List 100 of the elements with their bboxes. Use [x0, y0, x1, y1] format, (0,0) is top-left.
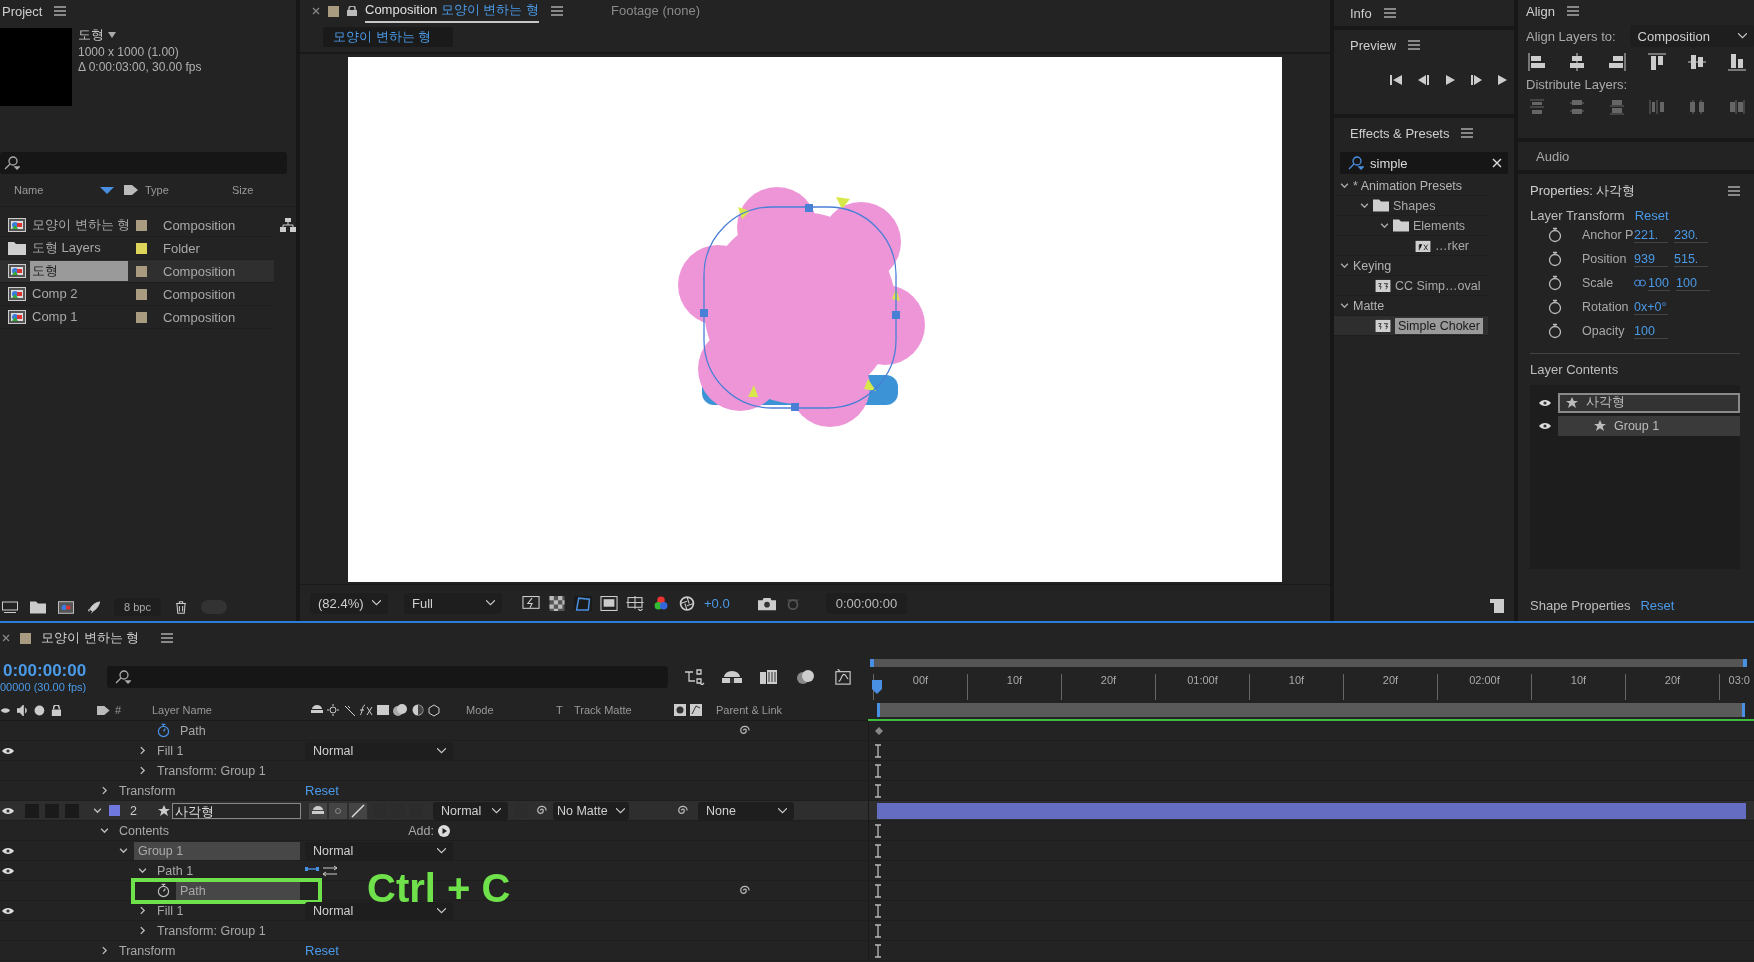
- time-ruler[interactable]: 00f 10f 20f 01:00f 10f 20f 02:00f 10f 20f 03:0: [868, 672, 1754, 700]
- label-swatch[interactable]: [109, 805, 120, 816]
- search-field[interactable]: simple: [1340, 152, 1508, 174]
- property-name[interactable]: Transform: [115, 941, 300, 960]
- play-icon[interactable]: [1444, 74, 1456, 86]
- align-target-dropdown[interactable]: Composition: [1629, 25, 1754, 47]
- pick-whip-icon[interactable]: [737, 884, 750, 897]
- property-name[interactable]: Transform: [115, 781, 300, 800]
- align-top-icon[interactable]: [1648, 53, 1666, 71]
- distribute-bottom-icon[interactable]: [1608, 98, 1626, 116]
- panel-tab[interactable]: Footage (none): [611, 0, 700, 22]
- eye-icon[interactable]: [1538, 398, 1552, 407]
- label-swatch[interactable]: [136, 219, 147, 231]
- interpret-footage-icon[interactable]: [2, 600, 18, 614]
- column-header[interactable]: Mode: [466, 704, 556, 717]
- stopwatch-icon[interactable]: [1548, 299, 1562, 315]
- column-header[interactable]: Size: [232, 184, 254, 196]
- column-header[interactable]: Type: [145, 184, 230, 196]
- distribute-right-icon[interactable]: [1728, 98, 1746, 116]
- property-value[interactable]: 230.: [1674, 227, 1708, 243]
- label-swatch[interactable]: [136, 311, 147, 323]
- mask-visibility-icon[interactable]: [574, 595, 592, 611]
- property-value[interactable]: 515.: [1674, 251, 1708, 267]
- exposure-icon[interactable]: [678, 595, 696, 611]
- menu-icon[interactable]: [551, 6, 564, 16]
- speaker-icon[interactable]: [16, 704, 28, 716]
- color-channels-icon[interactable]: [652, 595, 670, 611]
- first-frame-icon[interactable]: [1390, 74, 1402, 86]
- composition-flowchart-icon[interactable]: [685, 668, 705, 685]
- layer-switches-icon[interactable]: [310, 703, 440, 718]
- link-icon[interactable]: [1634, 279, 1646, 287]
- tree-item[interactable]: Keying: [1334, 256, 1488, 276]
- track-matte-dropdown[interactable]: No Matte: [553, 801, 629, 820]
- project-item[interactable]: Comp 1 Composition: [0, 306, 274, 329]
- blend-mode-dropdown[interactable]: Normal: [305, 741, 453, 760]
- reset-link[interactable]: Reset: [305, 783, 339, 798]
- timecode-field[interactable]: 0:00:00:00: [825, 592, 908, 614]
- stopwatch-icon[interactable]: [1548, 227, 1562, 243]
- transparency-grid-icon[interactable]: [548, 595, 566, 611]
- eye-icon[interactable]: [1, 746, 15, 755]
- eye-icon[interactable]: [1, 866, 15, 875]
- search-field[interactable]: [0, 152, 287, 174]
- column-header[interactable]: Layer Name: [152, 704, 305, 717]
- menu-icon[interactable]: [1566, 6, 1579, 16]
- menu-icon[interactable]: [1728, 186, 1740, 196]
- property-name[interactable]: Group 1: [134, 841, 300, 860]
- label-icon[interactable]: [97, 704, 110, 716]
- next-frame-icon[interactable]: [1471, 74, 1483, 86]
- eye-icon[interactable]: [1538, 421, 1552, 430]
- property-name[interactable]: Path: [176, 721, 300, 740]
- flowchart-icon[interactable]: [280, 218, 296, 232]
- label-swatch[interactable]: [136, 265, 147, 277]
- eye-icon[interactable]: [1, 906, 15, 915]
- resolution-dropdown[interactable]: Full: [404, 592, 502, 614]
- property-name[interactable]: Transform: Group 1: [153, 761, 300, 780]
- keyframe-icon[interactable]: [875, 726, 883, 735]
- project-item[interactable]: Comp 2 Composition: [0, 283, 274, 306]
- label-swatch[interactable]: [136, 288, 147, 300]
- menu-icon[interactable]: [161, 633, 174, 643]
- property-value[interactable]: 939: [1634, 251, 1668, 267]
- property-name[interactable]: Fill 1: [153, 901, 300, 920]
- stopwatch-icon[interactable]: [1548, 323, 1562, 339]
- previous-frame-icon[interactable]: [1417, 74, 1429, 86]
- distribute-center-icon[interactable]: [1568, 98, 1586, 116]
- folder-icon[interactable]: [30, 600, 46, 614]
- frame-blending-icon[interactable]: [759, 668, 779, 685]
- stopwatch-icon[interactable]: [157, 723, 170, 738]
- eye-icon[interactable]: [1, 806, 15, 815]
- distribute-top-icon[interactable]: [1528, 98, 1546, 116]
- search-field[interactable]: [107, 665, 668, 688]
- eye-icon[interactable]: [1, 846, 15, 855]
- tree-item[interactable]: Elements: [1334, 216, 1488, 236]
- tree-item[interactable]: Shapes: [1334, 196, 1488, 216]
- stopwatch-icon[interactable]: [1548, 275, 1562, 291]
- stopwatch-icon[interactable]: [1548, 251, 1562, 267]
- align-center-icon[interactable]: [1568, 53, 1586, 71]
- stopwatch-icon[interactable]: [157, 883, 170, 898]
- magnification-dropdown[interactable]: (82.4%): [310, 592, 388, 614]
- add-icon[interactable]: [438, 824, 450, 837]
- tree-item[interactable]: …rker: [1334, 236, 1488, 256]
- viewer-tab[interactable]: 모양이 변하는 형: [323, 27, 453, 47]
- camera-icon[interactable]: [757, 595, 776, 611]
- reset-link[interactable]: Reset: [305, 943, 339, 958]
- reset-link[interactable]: Reset: [1634, 208, 1669, 223]
- column-header[interactable]: Name: [14, 184, 100, 196]
- content-item[interactable]: 사각형: [1558, 392, 1740, 413]
- property-name[interactable]: Path 1: [153, 861, 300, 880]
- column-header[interactable]: Parent & Link: [716, 704, 783, 717]
- matte-switch-icon[interactable]: [674, 704, 704, 717]
- property-value[interactable]: 221.: [1634, 227, 1668, 243]
- layer-name-field[interactable]: 사각형: [172, 802, 301, 819]
- sort-icon[interactable]: [100, 186, 114, 194]
- property-value[interactable]: 0x+0°: [1634, 299, 1668, 315]
- column-header[interactable]: T: [556, 704, 574, 717]
- content-item[interactable]: Group 1: [1558, 415, 1740, 436]
- menu-icon[interactable]: [1383, 8, 1396, 18]
- pick-whip-icon[interactable]: [737, 724, 750, 737]
- composition-icon[interactable]: [58, 600, 74, 614]
- reset-link[interactable]: Reset: [1640, 598, 1675, 613]
- blend-mode-dropdown[interactable]: Normal: [305, 841, 453, 860]
